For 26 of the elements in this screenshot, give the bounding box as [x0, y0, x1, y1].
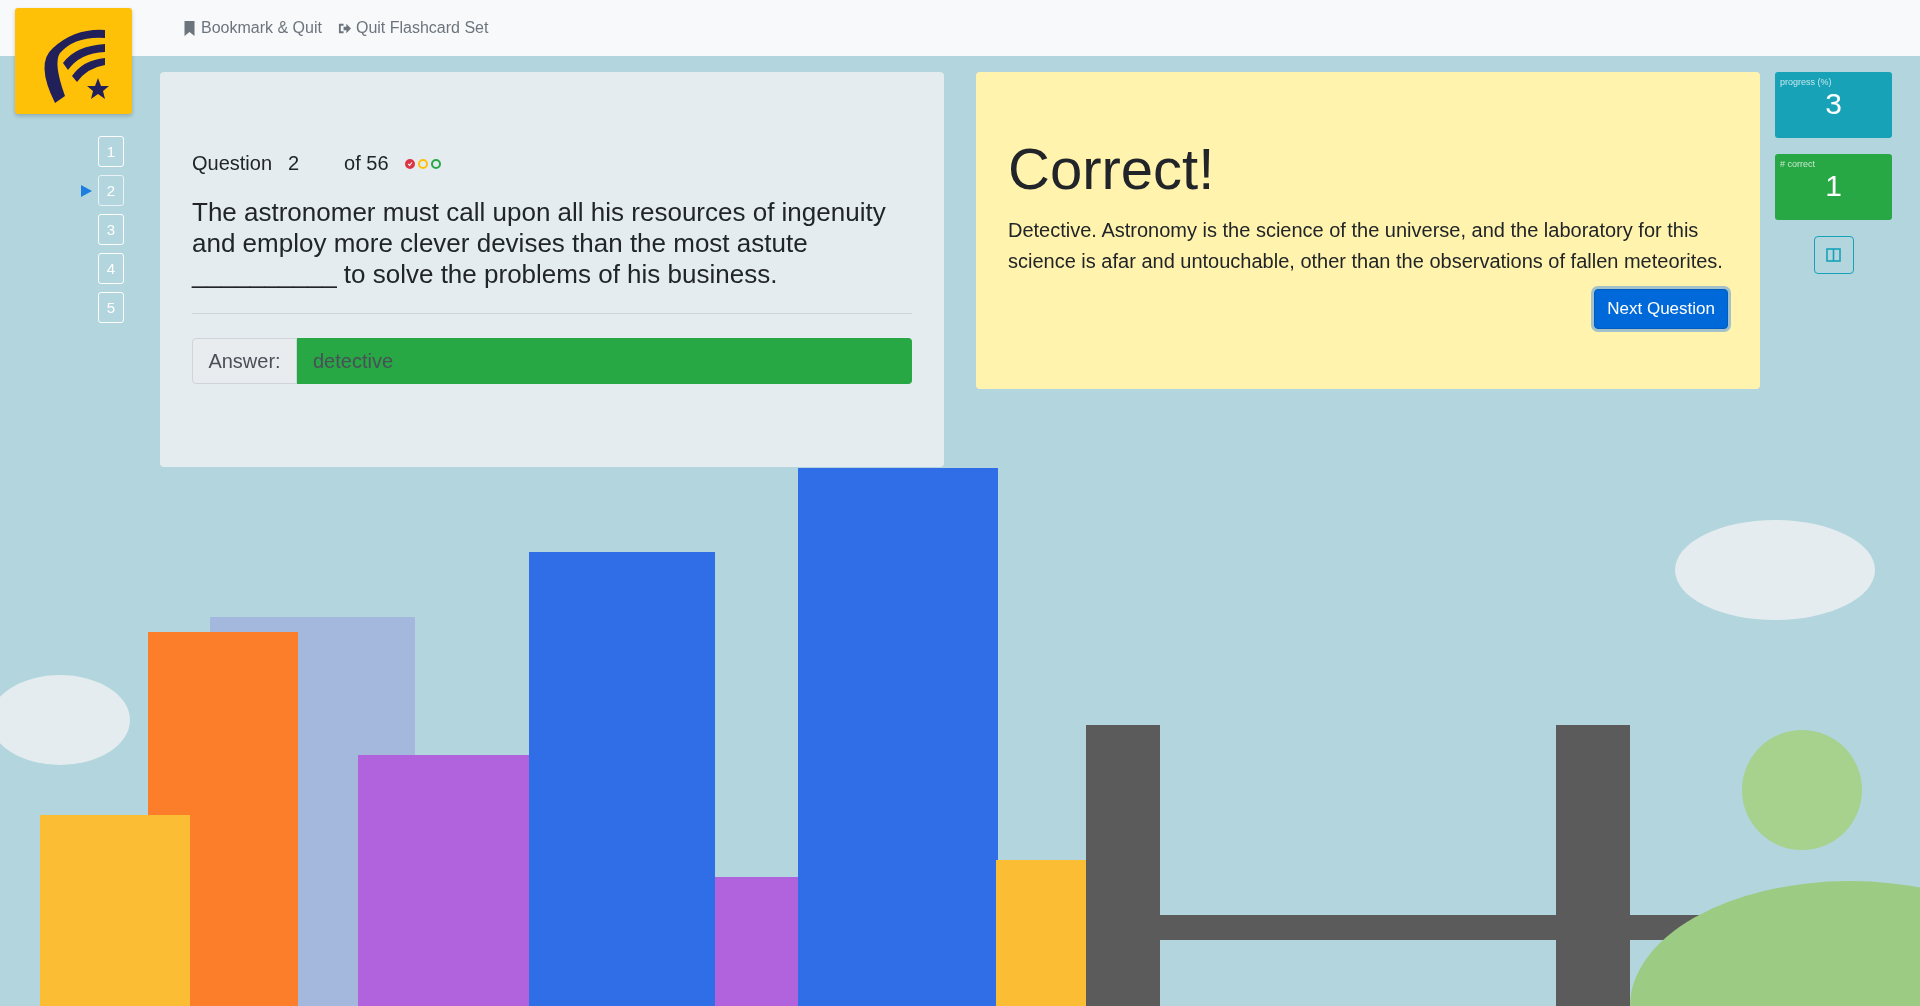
feedback-title: Correct! [1008, 136, 1216, 203]
next-question-button[interactable]: Next Question [1594, 288, 1728, 329]
explanation-text: Detective. Astronomy is the science of the universe, and the laboratory for this science is afar and untouchable, other than the observations of fallen meteorites. [1008, 217, 1724, 274]
nav-link[interactable]: Quit Flashcard Set [337, 19, 489, 37]
nav-link[interactable]: Bookmark & Quit [183, 19, 322, 37]
question-number-button[interactable]: 5 [98, 292, 124, 323]
question-text: The astronomer must call upon all his resources of ingenuity and employ more clever devises than the most astute __________ to solve the problems of his business. [192, 197, 887, 290]
layout-toggle-button[interactable] [1813, 236, 1854, 274]
bookmark-icon [183, 20, 196, 36]
question-label: Question [192, 152, 273, 175]
stat-value: 3 [1824, 87, 1843, 120]
question-number-button[interactable]: 2 [98, 175, 124, 206]
question-number-button[interactable]: 1 [98, 136, 124, 167]
question-number-button[interactable]: 4 [98, 253, 124, 284]
question-total: of 56 [344, 152, 389, 175]
stat-value: 1 [1824, 169, 1843, 202]
answer-label: Answer: [192, 338, 297, 384]
confidence-dot[interactable] [430, 158, 441, 169]
confidence-dot[interactable] [417, 158, 428, 169]
stat-label: progress (%) [1780, 77, 1833, 87]
question-number-button[interactable]: 3 [98, 214, 124, 245]
confidence-dot[interactable] [404, 158, 415, 169]
stat-label: # correct [1780, 159, 1816, 169]
columns-icon [1826, 248, 1841, 262]
question-number: 2 [288, 152, 301, 175]
logo[interactable] [15, 8, 132, 114]
